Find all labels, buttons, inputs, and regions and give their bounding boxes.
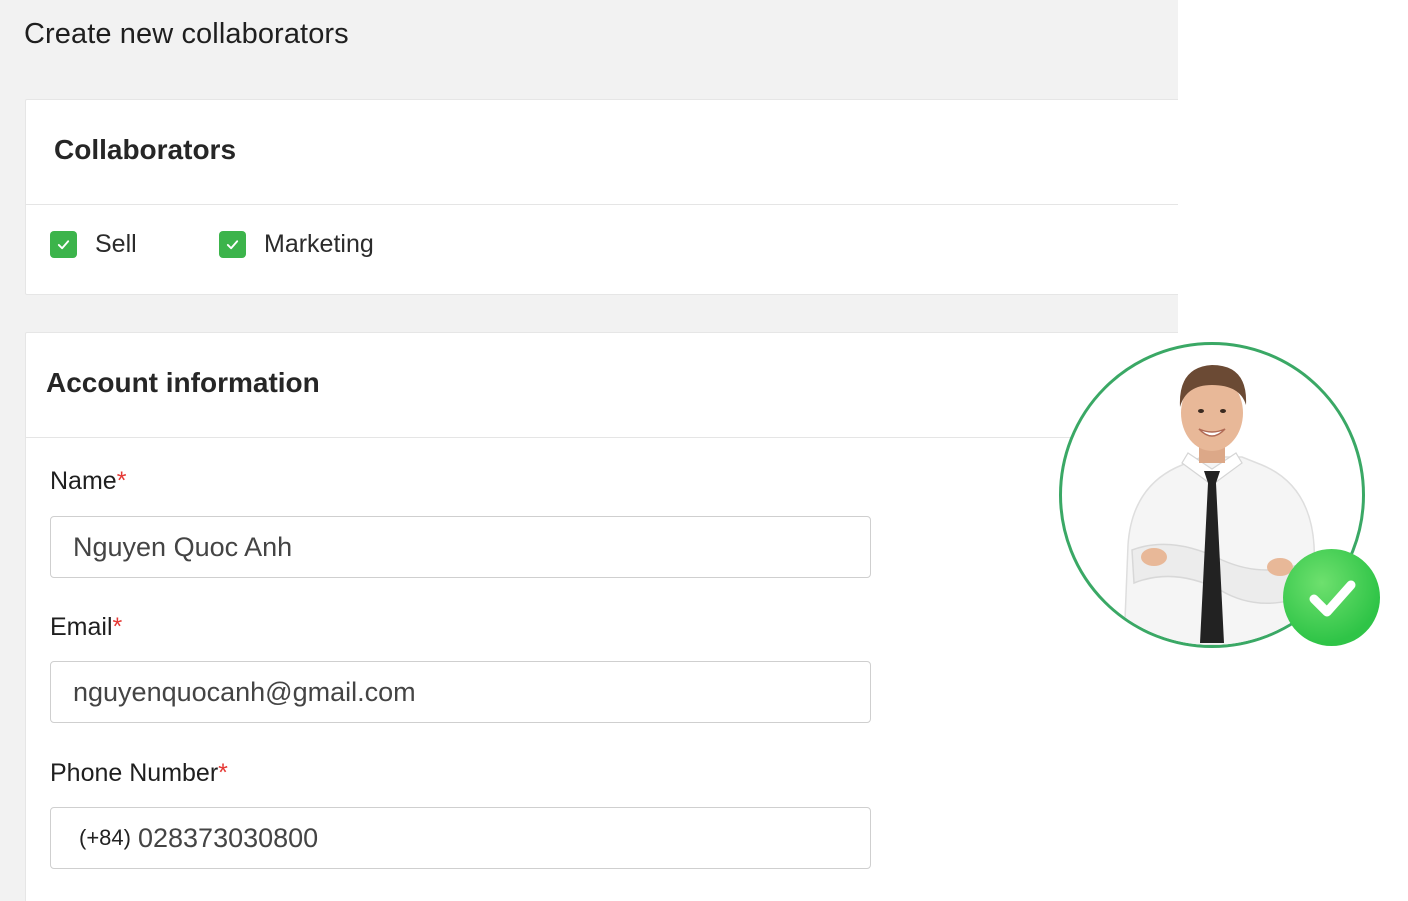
phone-field-label: Phone Number* — [50, 759, 228, 788]
marketing-checkbox[interactable] — [219, 231, 246, 258]
email-label-text: Email — [50, 613, 113, 641]
name-input-value: Nguyen Quoc Anh — [73, 531, 293, 562]
app-window: Create new collaborators Collaborators S… — [0, 0, 1178, 901]
marketing-label: Marketing — [264, 230, 374, 258]
collaborators-card-header: Collaborators — [26, 100, 1178, 205]
marketing-checkbox-option[interactable]: Marketing — [219, 230, 374, 259]
name-input[interactable]: Nguyen Quoc Anh — [50, 516, 871, 578]
email-input[interactable]: nguyenquocanh@gmail.com — [50, 661, 871, 723]
phone-country-code[interactable]: (+84) — [79, 825, 131, 851]
name-field-label: Name* — [50, 467, 126, 496]
verified-badge — [1283, 549, 1380, 646]
account-information-card: Account information Name* Nguyen Quoc An… — [25, 332, 1178, 901]
check-icon — [226, 240, 239, 250]
collaborators-card: Collaborators Sell Marketing — [25, 99, 1178, 295]
required-mark: * — [218, 759, 228, 787]
sell-checkbox-option[interactable]: Sell — [50, 230, 137, 259]
verified-check-icon — [1309, 580, 1355, 616]
required-mark: * — [116, 467, 127, 495]
email-field-label: Email* — [50, 613, 122, 642]
account-heading: Account information — [46, 367, 320, 398]
account-card-header: Account information — [26, 333, 1178, 438]
phone-label-text: Phone Number — [50, 759, 219, 787]
required-mark: * — [112, 613, 123, 641]
sell-checkbox[interactable] — [50, 231, 77, 258]
avatar — [1059, 342, 1380, 648]
sell-label: Sell — [95, 230, 137, 258]
email-input-value: nguyenquocanh@gmail.com — [73, 676, 416, 707]
name-label-text: Name — [50, 467, 117, 495]
collaborators-heading: Collaborators — [54, 134, 237, 165]
phone-input-value: 028373030800 — [137, 822, 319, 853]
page-title: Create new collaborators — [24, 18, 349, 50]
phone-input[interactable]: (+84) 028373030800 — [50, 807, 871, 869]
check-icon — [57, 240, 70, 250]
